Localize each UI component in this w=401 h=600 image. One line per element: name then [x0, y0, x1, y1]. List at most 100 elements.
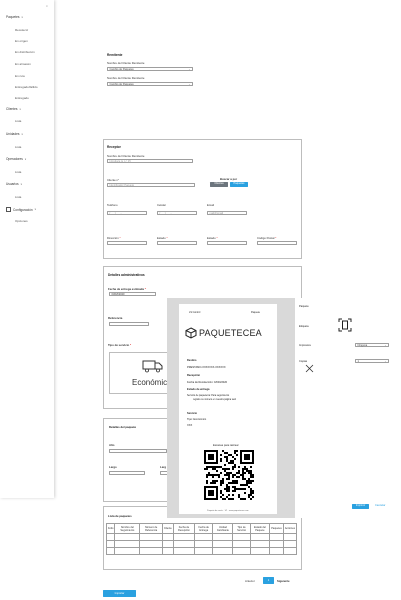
required-marker: * — [216, 236, 218, 240]
sidebar-section-configuracion[interactable]: Configuración ▾ — [6, 207, 36, 212]
sidebar-item-en-ruta[interactable]: En ruta — [15, 74, 25, 78]
sidebar-section-label: Operadores — [6, 157, 23, 161]
receptor-nombre-input[interactable]: Introduce tu n.º 15 — [107, 159, 193, 163]
table-header-cell: Fecha de Entrega — [194, 523, 214, 534]
estado-input[interactable] — [157, 241, 197, 245]
select-value: 1 — [357, 360, 359, 363]
sidebar-section-usuarios[interactable]: Usuarios ▾ — [6, 182, 22, 186]
sidebar-item-en-origen[interactable]: En origen — [15, 39, 28, 43]
remitente-select-2[interactable]: Cambio de Paquetes ⌄ — [107, 82, 193, 86]
sidebar-item-unidades-lista[interactable]: Lista — [15, 145, 21, 149]
required-marker: * — [144, 287, 146, 291]
label-line-estado: Estado de entrega — [187, 388, 210, 391]
table-cell — [194, 547, 214, 555]
sidebar-item-en-almacen[interactable]: En almacén — [15, 62, 31, 66]
impresora-select[interactable]: Ninguna ⌄ — [355, 343, 389, 347]
select-value: Cambio de Paquetes — [109, 83, 134, 86]
celular-label: Celular — [157, 203, 166, 207]
estado2-label-text: Estado — [207, 236, 216, 240]
importar-button[interactable]: Importar — [103, 590, 136, 597]
table-cell — [249, 533, 271, 541]
admin-title: Detalles administrativos — [108, 273, 145, 277]
label-line-xxx: XXX — [187, 424, 193, 427]
required-marker: * — [166, 236, 168, 240]
sidebar-item-recoleccion[interactable]: Recoleccí — [15, 28, 28, 32]
scan-frame-icon[interactable] — [338, 318, 352, 332]
close-icon[interactable] — [305, 364, 314, 373]
alto-input[interactable] — [109, 449, 167, 453]
referencia-label: Referencia — [108, 316, 123, 320]
sidebar-section-clientes[interactable]: Clientes ▾ — [6, 107, 21, 111]
pagination-prev[interactable]: Anterior — [245, 579, 255, 583]
label-line-fecha: Fecha de Recolección: 18/03/2020 — [187, 381, 228, 384]
celular-input[interactable]: (___) ___-____ — [157, 211, 197, 215]
direccion-label-text: Dirección — [107, 236, 119, 240]
sidebar-section-paquetes[interactable]: Paquetes ▾ — [6, 15, 23, 19]
brand-name: PAQUETECEA — [199, 328, 262, 338]
sidebar-item-entregado-fallido[interactable]: Entregado/fallido — [15, 85, 38, 89]
qr-code — [204, 450, 254, 500]
chevron-down-icon: ⌄ — [188, 68, 191, 71]
direccion-label: Dirección * — [107, 236, 121, 240]
chevron-down-icon: ⌄ — [384, 360, 387, 363]
remitente-select-1[interactable]: Cambio de Paquetes ⌄ — [107, 67, 193, 71]
cliente-numero-input[interactable]: Identificador Paquete — [107, 183, 195, 187]
table-cell — [114, 547, 141, 555]
largo-label: Largo — [109, 465, 117, 469]
sidebar-section-label: Usuarios — [6, 182, 19, 186]
fecha-entrega-input[interactable]: 03/18/2020 — [109, 292, 156, 296]
label-line-tipo: Tipo: Económico — [187, 418, 207, 421]
codigo-postal-input[interactable] — [257, 241, 297, 245]
table-header-cell: Tipo de Servicio — [232, 523, 251, 534]
print-options-dialog: Paquete Etiqueta Impresora Ninguna ⌄ Copi… — [295, 298, 401, 518]
sidebar-section-unidades[interactable]: Unidades ▾ — [6, 132, 23, 136]
table-cell — [194, 540, 214, 548]
cancelar-button[interactable]: Cancelar — [375, 504, 385, 509]
sidebar-item-opciones[interactable]: Opciones — [15, 219, 28, 223]
impresora-label: Impresora — [299, 344, 311, 347]
buscar-clientes-button[interactable]: Clientes — [210, 182, 228, 187]
sidebar-section-label: Paquetes — [6, 15, 20, 19]
buscar-paquetes-button[interactable]: Paquetes — [230, 182, 248, 187]
email-input[interactable]: mail@gmail — [207, 211, 247, 215]
sidebar-item-clientes-lista[interactable]: Lista — [15, 119, 21, 123]
required-marker: * — [130, 343, 132, 347]
table-cell — [249, 547, 271, 555]
table-header-row: Folio Nombre del Seguimiento Número de Ref… — [105, 523, 298, 534]
label-footer: Paquete de envío · 1/1 · www.paquetecea.… — [207, 510, 249, 512]
table-cell — [232, 547, 251, 555]
table-cell — [114, 533, 141, 541]
direccion-input[interactable] — [107, 241, 147, 245]
table-cell — [282, 540, 298, 548]
pagination-next[interactable]: Siguiente — [277, 579, 290, 583]
sidebar-item-usuarios-lista[interactable]: Lista — [15, 195, 21, 199]
table-row — [105, 547, 298, 555]
label-header-left: LS Control — [189, 311, 201, 314]
copias-select[interactable]: 1 ⌄ — [355, 359, 389, 363]
sidebar-section-label: Configuración — [13, 207, 33, 212]
sidebar-item-en-distribucion[interactable]: En distribución — [15, 50, 35, 54]
estado-label-text: Estado — [157, 236, 166, 240]
table-cell — [139, 540, 163, 548]
pagination-page-1[interactable]: 1 — [263, 577, 274, 584]
sidebar-item-entregado[interactable]: Entregado — [15, 96, 29, 100]
codigo-postal-label: Código Postal * — [257, 236, 276, 240]
largo-input[interactable] — [109, 471, 145, 475]
dialog-title: Paquete — [299, 305, 309, 308]
chevron-down-icon: ▾ — [21, 132, 23, 136]
estado2-input[interactable] — [207, 241, 247, 245]
table-header-cell: Número de Referencia — [139, 523, 163, 534]
label-line-escanea: Escanea para rastrear — [213, 444, 239, 447]
telefono-input[interactable]: (___) ___-____ — [107, 211, 147, 215]
close-sidebar-button[interactable]: × — [46, 4, 48, 8]
table-cell — [232, 533, 251, 541]
imprimir-button[interactable]: Imprimir — [352, 504, 369, 509]
sidebar-section-operadores[interactable]: Operadores ▾ — [6, 157, 26, 161]
sidebar-item-operadores-lista[interactable]: Lista — [15, 170, 21, 174]
table-header-cell: Folio — [105, 523, 116, 534]
largo2-label: Larg — [160, 465, 167, 469]
referencia-input[interactable] — [109, 322, 149, 326]
table-cell — [161, 540, 174, 548]
table-cell — [105, 540, 116, 548]
table-cell — [249, 540, 271, 548]
